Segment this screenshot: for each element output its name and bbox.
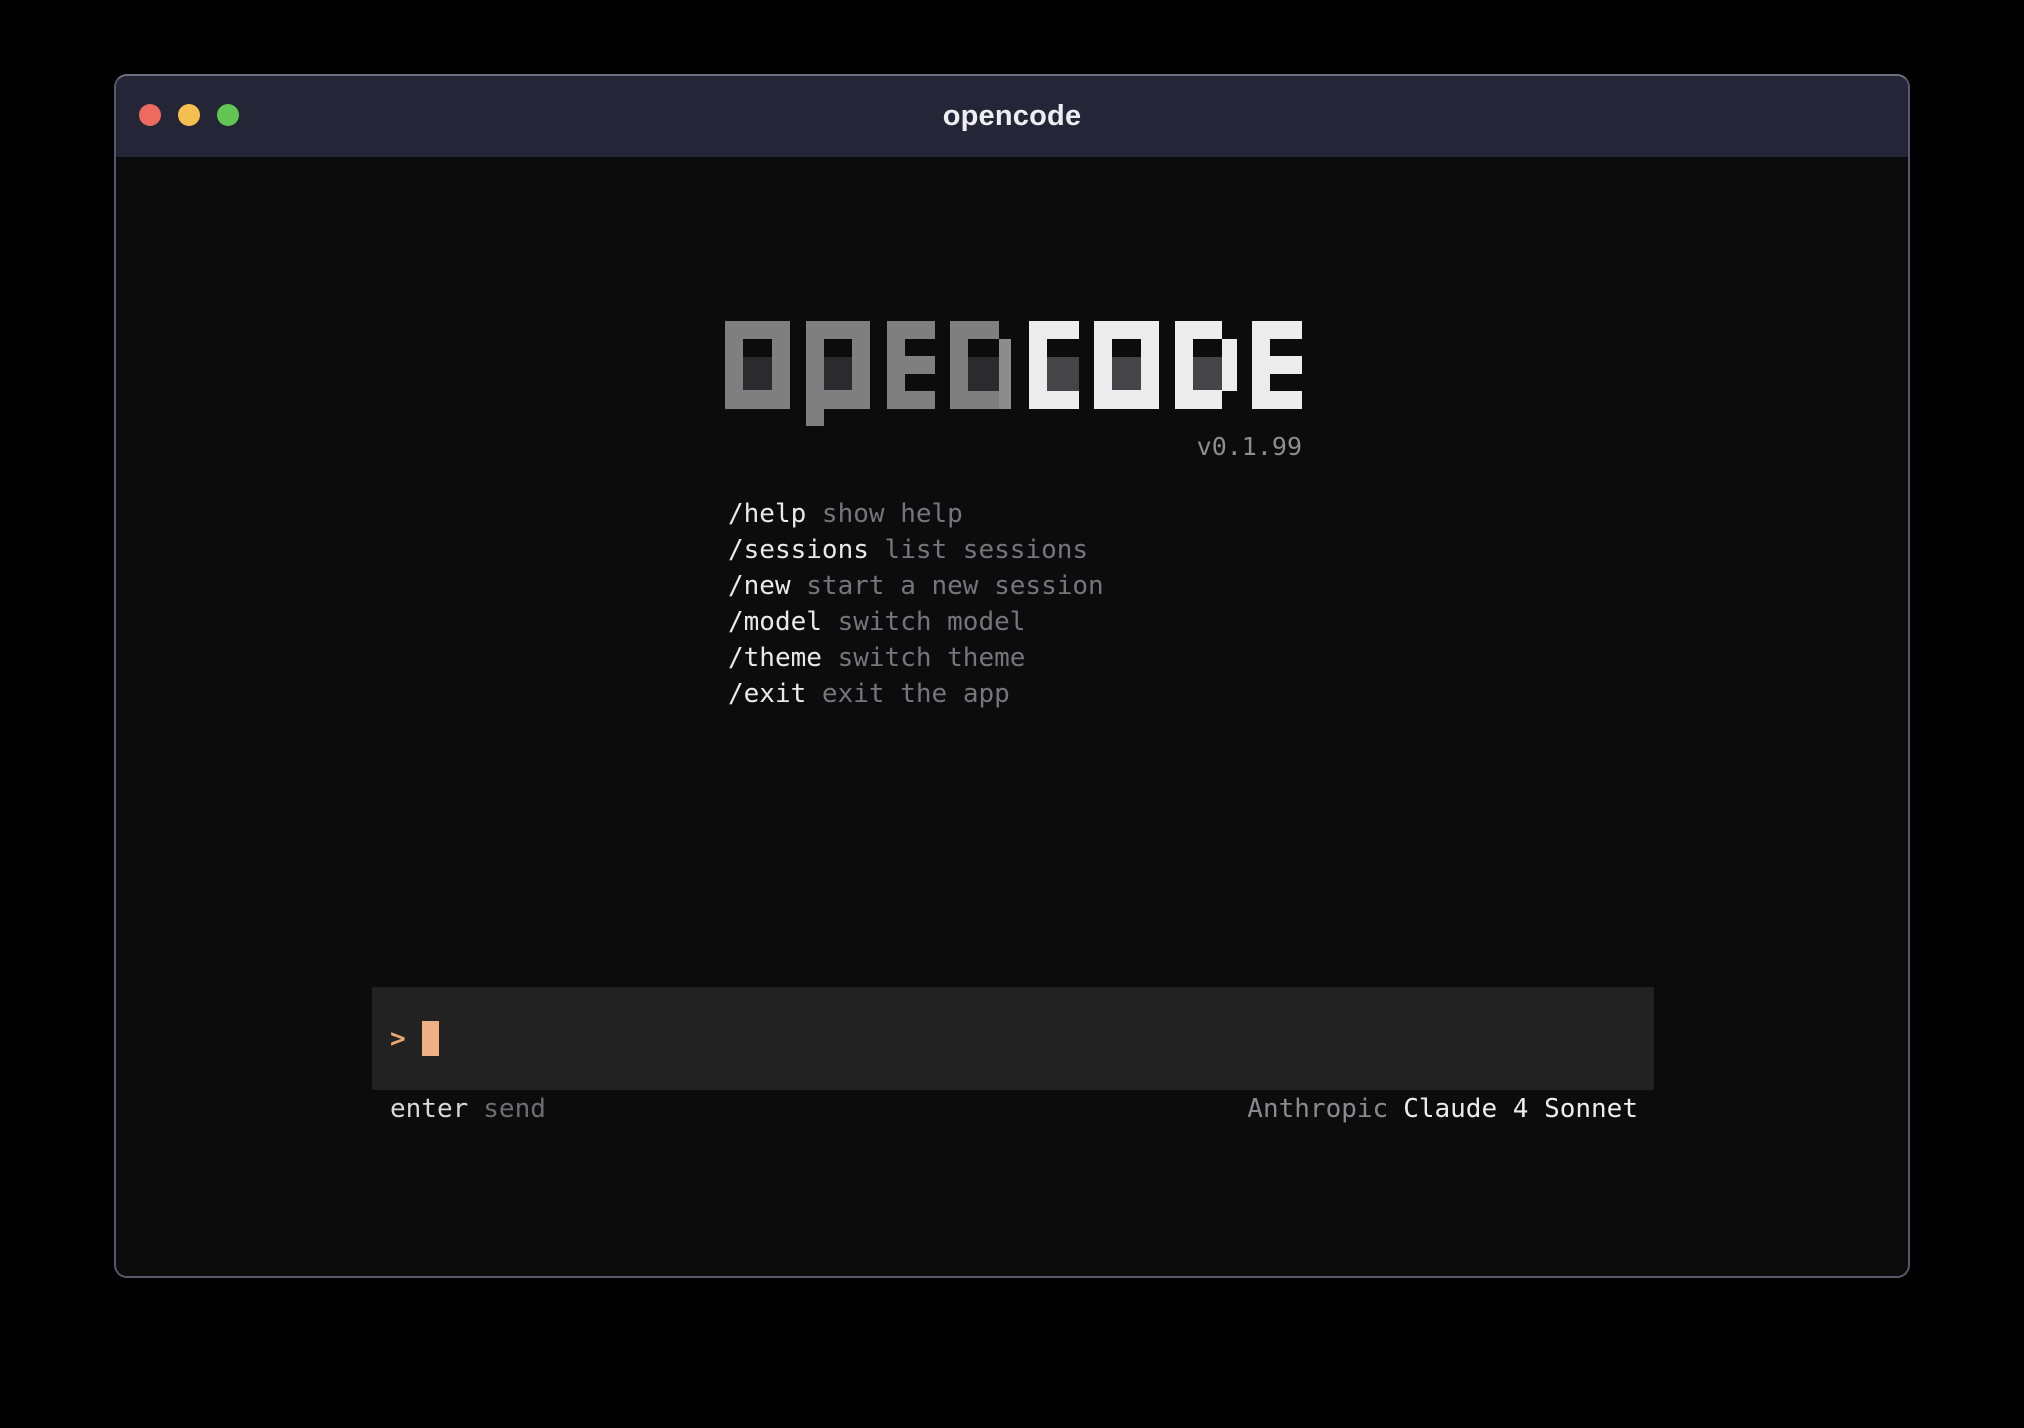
prompt-icon: > bbox=[390, 1024, 406, 1054]
model-provider: Anthropic bbox=[1247, 1094, 1388, 1124]
model-name: Claude 4 Sonnet bbox=[1403, 1094, 1638, 1124]
zoom-button[interactable] bbox=[217, 104, 239, 126]
desktop-background: opencode v0.1.99 /help show help /sessio… bbox=[0, 0, 2024, 1428]
command-name: /exit bbox=[728, 679, 806, 709]
command-description: show help bbox=[806, 499, 963, 529]
command-name: /help bbox=[728, 499, 806, 529]
window-titlebar[interactable]: opencode bbox=[116, 76, 1908, 157]
command-row-model: /model switch model bbox=[728, 604, 1104, 640]
opencode-window: opencode v0.1.99 /help show help /sessio… bbox=[114, 74, 1910, 1278]
key-hint-action: send bbox=[483, 1094, 546, 1124]
command-name: /theme bbox=[728, 643, 822, 673]
command-help-list: /help show help /sessions list sessions … bbox=[728, 496, 1104, 712]
command-description: exit the app bbox=[806, 679, 1010, 709]
message-input[interactable]: > bbox=[372, 987, 1654, 1090]
command-description: start a new session bbox=[791, 571, 1104, 601]
command-row-sessions: /sessions list sessions bbox=[728, 532, 1104, 568]
command-name: /new bbox=[728, 571, 791, 601]
version-label: v0.1.99 bbox=[725, 434, 1302, 459]
key-hint: enter send bbox=[390, 1091, 546, 1127]
model-indicator: Anthropic Claude 4 Sonnet bbox=[1247, 1091, 1638, 1127]
close-button[interactable] bbox=[139, 104, 161, 126]
command-description: switch theme bbox=[822, 643, 1026, 673]
command-row-help: /help show help bbox=[728, 496, 1104, 532]
opencode-logo bbox=[725, 321, 1302, 426]
command-row-theme: /theme switch theme bbox=[728, 640, 1104, 676]
command-name: /model bbox=[728, 607, 822, 637]
text-cursor-block bbox=[422, 1021, 439, 1056]
command-description: list sessions bbox=[869, 535, 1088, 565]
window-title: opencode bbox=[943, 100, 1082, 133]
minimize-button[interactable] bbox=[178, 104, 200, 126]
command-row-new: /new start a new session bbox=[728, 568, 1104, 604]
command-name: /sessions bbox=[728, 535, 869, 565]
status-bar: enter send Anthropic Claude 4 Sonnet bbox=[390, 1091, 1638, 1127]
key-hint-key: enter bbox=[390, 1094, 468, 1124]
traffic-lights bbox=[139, 104, 239, 126]
command-row-exit: /exit exit the app bbox=[728, 676, 1104, 712]
command-description: switch model bbox=[822, 607, 1026, 637]
